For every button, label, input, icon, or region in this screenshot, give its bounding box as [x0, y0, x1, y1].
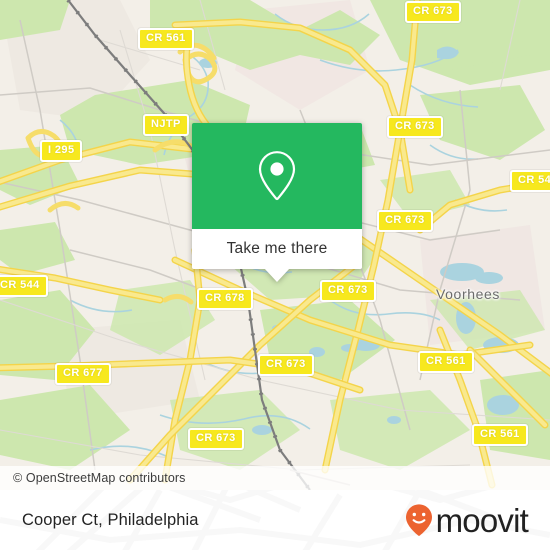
popup-header	[192, 123, 362, 229]
road-shield: NJTP	[143, 114, 189, 136]
place-label-voorhees: Voorhees	[436, 286, 500, 302]
road-shield: CR 561	[418, 351, 474, 373]
map-attribution-bar: © OpenStreetMap contributors	[0, 466, 550, 490]
popup-pointer	[264, 268, 290, 282]
moovit-map-screen: .green { fill:#cde7ae; } .greend { fill:…	[0, 0, 550, 550]
map-canvas[interactable]: .green { fill:#cde7ae; } .greend { fill:…	[0, 0, 550, 490]
moovit-smiley-pin-icon	[405, 504, 432, 536]
road-shield: CR 544	[510, 170, 550, 192]
map-pin-icon	[258, 151, 296, 201]
road-shield: CR 673	[405, 1, 461, 23]
moovit-brand[interactable]: moovit	[404, 501, 529, 539]
moovit-wordmark: moovit	[435, 501, 529, 539]
take-me-there-button[interactable]: Take me there	[227, 240, 328, 258]
road-shield: CR 673	[188, 428, 244, 450]
road-shield: CR 673	[258, 354, 314, 376]
popup-footer[interactable]: Take me there	[192, 229, 362, 282]
location-popup-card[interactable]: Take me there	[192, 123, 362, 282]
road-shield: CR 561	[472, 424, 528, 446]
road-shield: CR 677	[55, 363, 111, 385]
attribution-text[interactable]: © OpenStreetMap contributors	[0, 471, 186, 485]
road-shield: CR 678	[197, 288, 253, 310]
road-shield: CR 673	[320, 280, 376, 302]
road-shield: CR 673	[387, 116, 443, 138]
road-shield: CR 673	[377, 210, 433, 232]
road-shield: CR 544	[0, 275, 48, 297]
address-label: Cooper Ct, Philadelphia	[22, 510, 199, 529]
road-shield: CR 561	[138, 28, 194, 50]
road-shield: I 295	[40, 140, 83, 162]
footer-bar: Cooper Ct, Philadelphia moovit	[0, 490, 550, 550]
